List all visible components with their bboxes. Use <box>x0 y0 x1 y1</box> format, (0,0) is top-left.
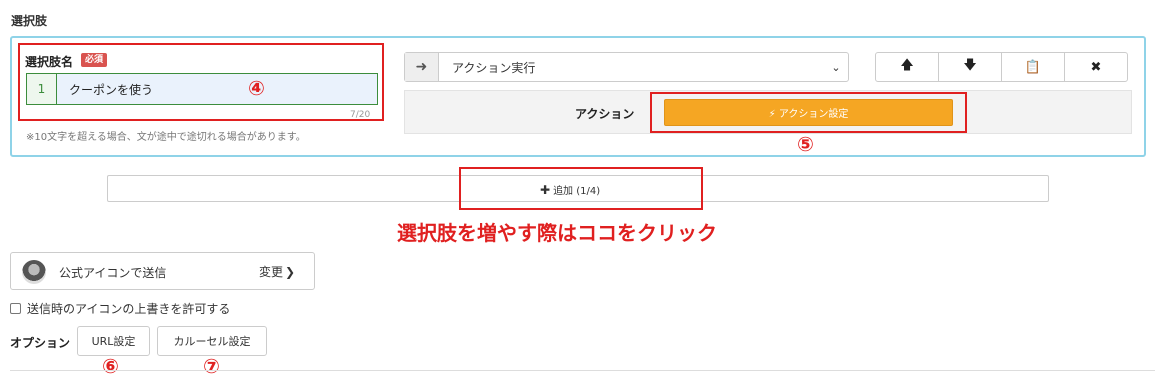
choice-index: 1 <box>27 74 57 104</box>
copy-button[interactable]: 📋 <box>1001 52 1065 82</box>
arrow-up-icon: 🡅 <box>900 58 914 73</box>
add-choice-label: 追加 (1/4) <box>553 186 601 197</box>
callout-text: 選択肢を増やす際はココをクリック <box>397 221 717 245</box>
action-label: アクション <box>575 107 635 121</box>
move-down-button[interactable]: 🡇 <box>938 52 1002 82</box>
choice-name-input[interactable]: 1 クーポンを使う <box>26 73 378 105</box>
length-note: ※10文字を超える場合、文が途中で途切れる場合があります。 <box>26 132 306 143</box>
marker-6: ⑥ <box>102 354 119 378</box>
close-icon: ✖ <box>1090 59 1102 75</box>
options-label: オプション <box>10 336 71 350</box>
copy-icon: 📋 <box>1024 59 1042 75</box>
action-row: アクション ⚡ アクション設定 <box>404 90 1132 134</box>
change-label: 変更 <box>259 265 284 279</box>
divider <box>10 370 1155 371</box>
override-label: 送信時のアイコンの上書きを許可する <box>27 302 231 316</box>
sender-label: 公式アイコンで送信 <box>59 266 167 280</box>
action-settings-button[interactable]: ⚡ アクション設定 <box>664 99 953 126</box>
marker-5: ⑤ <box>797 132 814 156</box>
add-choice-button[interactable]: ✚ 追加 (1/4) <box>540 182 601 198</box>
choice-panel: 選択肢名 必須 1 クーポンを使う ④ 7/20 ※10文字を超える場合、文が途… <box>10 36 1146 157</box>
marker-4: ④ <box>248 76 265 100</box>
required-badge: 必須 <box>81 53 108 67</box>
url-settings-button[interactable]: URL設定 <box>77 326 150 356</box>
action-type-select[interactable]: ➜ アクション実行 ⌄ <box>404 52 849 82</box>
delete-button[interactable]: ✖ <box>1064 52 1128 82</box>
char-counter: 7/20 <box>350 110 371 120</box>
chevron-right-icon: ❯ <box>285 265 296 279</box>
sender-card: 公式アイコンで送信 変更 ❯ <box>10 252 315 290</box>
move-up-button[interactable]: 🡅 <box>875 52 939 82</box>
choice-name-label: 選択肢名 <box>25 55 74 69</box>
override-option[interactable]: 送信時のアイコンの上書きを許可する <box>10 300 230 317</box>
arrow-down-icon: 🡇 <box>963 58 977 73</box>
change-sender-button[interactable]: 変更 ❯ <box>259 263 295 280</box>
section-title: 選択肢 <box>11 14 48 28</box>
choice-controls: 🡅 🡇 📋 ✖ <box>875 52 1128 82</box>
plus-icon: ✚ <box>540 182 551 197</box>
action-type-value: アクション実行 <box>452 60 536 75</box>
carousel-settings-button[interactable]: カルーセル設定 <box>157 326 267 356</box>
override-checkbox[interactable] <box>10 303 21 314</box>
marker-7: ⑦ <box>203 354 220 378</box>
chevron-down-icon: ⌄ <box>831 60 841 74</box>
choice-name-value[interactable]: クーポンを使う <box>57 81 153 98</box>
arrow-right-icon: ➜ <box>405 53 439 81</box>
avatar <box>22 260 46 284</box>
